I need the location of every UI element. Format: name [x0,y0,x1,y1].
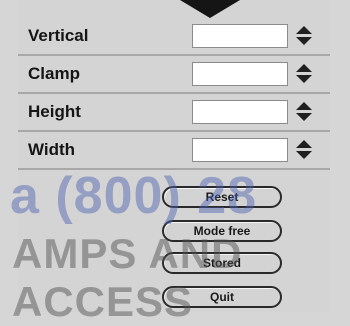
chevron-down-icon[interactable] [296,113,312,121]
chevron-down-icon[interactable] [296,151,312,159]
field-label: Vertical [28,26,89,45]
clamp-input[interactable] [192,62,288,86]
chevron-up-icon[interactable] [296,64,312,72]
height-input[interactable] [192,100,288,124]
spinner-icon[interactable] [296,140,314,162]
chevron-up-icon[interactable] [296,26,312,34]
spinner-icon[interactable] [296,102,314,124]
field-height: Height [18,94,330,132]
chevron-down-icon[interactable] [296,37,312,45]
spinner-icon[interactable] [296,64,314,86]
field-label: Height [28,102,81,121]
vertical-input[interactable] [192,24,288,48]
width-input[interactable] [192,138,288,162]
field-vertical: Vertical [18,18,330,56]
field-clamp: Clamp [18,56,330,94]
arrow-down-icon[interactable] [180,0,240,18]
field-label: Clamp [28,64,80,83]
chevron-down-icon[interactable] [296,75,312,83]
controls-panel: Vertical Clamp Height Width Reset Mode f… [10,0,330,325]
field-label: Width [28,140,76,159]
field-width: Width [18,132,330,170]
chevron-up-icon[interactable] [296,102,312,110]
watermark-phone-text: a (800) 28 [10,167,258,225]
spinner-icon[interactable] [296,26,314,48]
chevron-up-icon[interactable] [296,140,312,148]
